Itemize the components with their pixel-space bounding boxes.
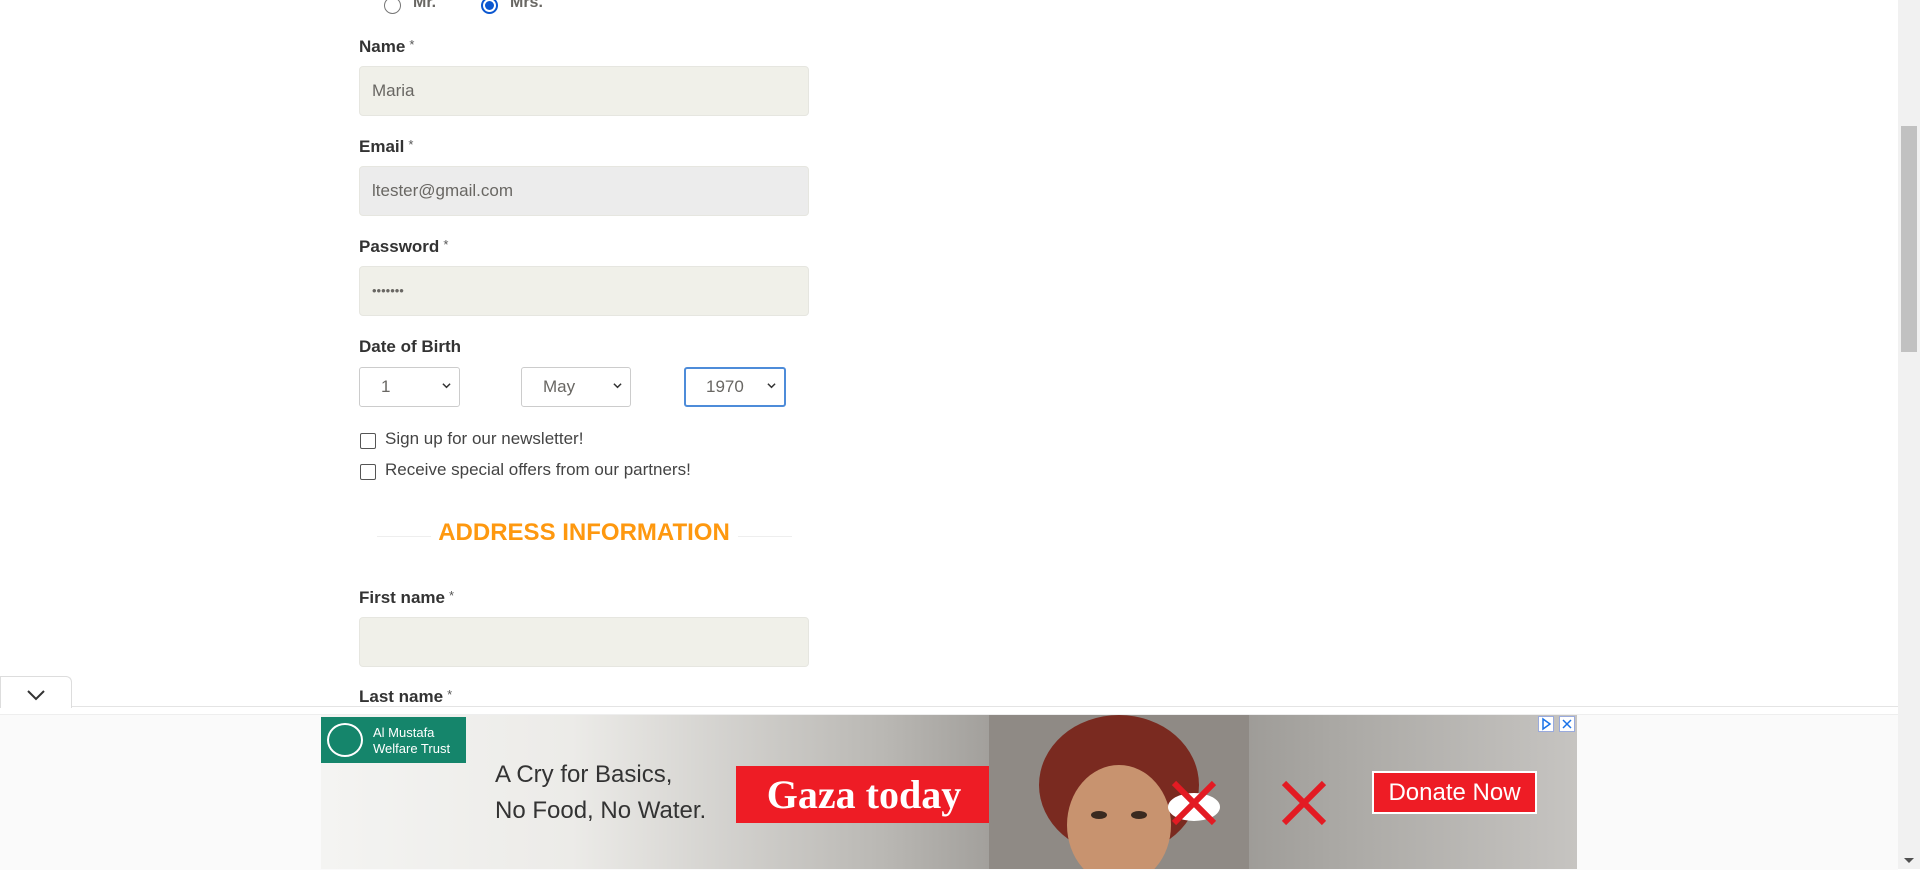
- org-emblem-icon: [327, 723, 363, 757]
- scrollbar-thumb[interactable]: [1901, 126, 1917, 352]
- chevron-down-icon: [442, 383, 451, 389]
- password-input[interactable]: •••••••: [359, 266, 809, 316]
- last-name-label: Last name *: [359, 687, 452, 707]
- email-label-text: Email: [359, 137, 405, 156]
- ad-tagline-1: A Cry for Basics,: [495, 761, 673, 788]
- email-label: Email *: [359, 137, 413, 157]
- radio-mrs[interactable]: [481, 0, 498, 14]
- play-triangle-icon: [1542, 717, 1552, 731]
- required-mark: *: [447, 687, 453, 702]
- last-name-label-text: Last name: [359, 687, 444, 706]
- password-label-text: Password: [359, 237, 440, 256]
- dob-label: Date of Birth: [359, 337, 461, 356]
- chevron-down-icon: [613, 383, 622, 389]
- chevron-down-icon: [767, 383, 776, 389]
- email-input[interactable]: ltester@gmail.com: [359, 166, 809, 216]
- close-icon: [1562, 719, 1572, 729]
- name-label-text: Name: [359, 37, 406, 56]
- ad-empty-bowl-icon: [1168, 780, 1220, 826]
- ad-org-logo: Al Mustafa Welfare Trust: [321, 717, 466, 763]
- radio-mr[interactable]: [384, 0, 401, 14]
- offers-checkbox[interactable]: [360, 464, 376, 480]
- password-label: Password *: [359, 237, 448, 257]
- ad-close-icon[interactable]: [1559, 716, 1575, 732]
- dob-day-value: 1: [381, 377, 391, 396]
- ad-separator: [0, 706, 1898, 707]
- newsletter-label: Sign up for our newsletter!: [385, 429, 584, 448]
- offers-label: Receive special offers from our partners…: [385, 460, 691, 479]
- ad-tagline-2: No Food, No Water.: [495, 797, 707, 824]
- name-input[interactable]: Maria: [359, 66, 809, 116]
- newsletter-checkbox[interactable]: [360, 433, 376, 449]
- first-name-label: First name *: [359, 588, 454, 608]
- ad-org-line1: Al Mustafa: [373, 725, 435, 740]
- required-mark: *: [409, 37, 415, 52]
- chevron-down-icon: [27, 690, 45, 701]
- ad-donate-button[interactable]: Donate Now: [1372, 771, 1537, 814]
- required-mark: *: [408, 137, 414, 152]
- required-mark: *: [448, 588, 455, 603]
- dob-day-select[interactable]: 1: [359, 367, 460, 407]
- ad-empty-glass-icon: [1281, 780, 1327, 826]
- radio-mr-label: Mr.: [413, 0, 437, 11]
- ad-org-line2: Welfare Trust: [373, 741, 451, 756]
- dob-month-value: May: [543, 377, 576, 396]
- first-name-input[interactable]: [359, 617, 809, 667]
- dob-month-select[interactable]: May: [521, 367, 631, 407]
- dob-year-value: 1970: [706, 377, 744, 396]
- dob-year-select[interactable]: 1970: [684, 367, 786, 407]
- ad-collapse-button[interactable]: [0, 676, 72, 708]
- adchoices-icon[interactable]: [1538, 716, 1554, 732]
- ad-banner[interactable]: Al Mustafa Welfare Trust A Cry for Basic…: [321, 715, 1577, 869]
- radio-mrs-label: Mrs.: [510, 0, 543, 11]
- first-name-label-text: First name: [359, 588, 445, 607]
- name-label: Name *: [359, 37, 414, 57]
- ad-headline: Gaza today: [736, 766, 992, 823]
- address-section-title: ADDRESS INFORMATION: [438, 519, 730, 546]
- required-mark: *: [443, 237, 449, 252]
- scroll-down-arrow-icon[interactable]: [1903, 857, 1915, 865]
